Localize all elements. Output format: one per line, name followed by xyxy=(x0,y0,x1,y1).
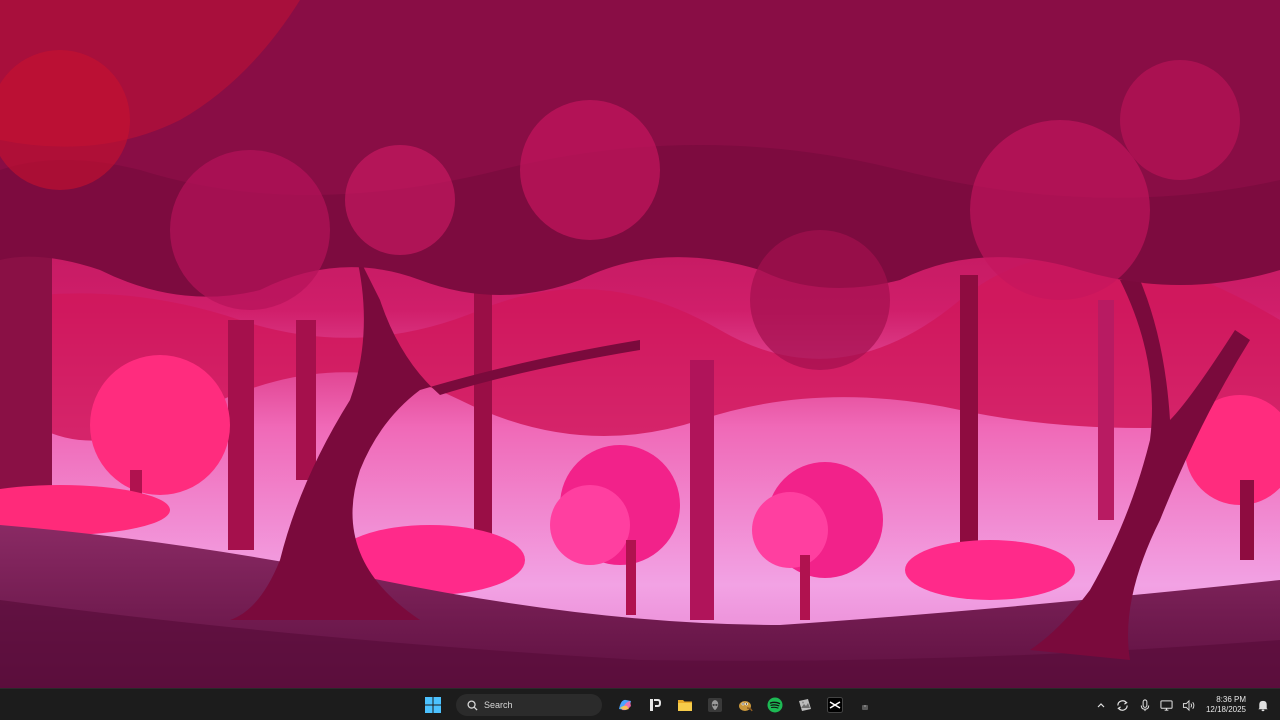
taskbar-center: Search xyxy=(420,689,878,721)
system-tray: 8:36 PM 12/18/2025 xyxy=(1090,689,1280,721)
wallpaper-forest xyxy=(0,0,1280,688)
clock[interactable]: 8:36 PM 12/18/2025 xyxy=(1206,695,1246,715)
clock-date: 12/18/2025 xyxy=(1205,705,1246,714)
copilot-icon xyxy=(619,699,631,711)
sync-icon xyxy=(1117,699,1129,711)
spotify-icon xyxy=(767,697,783,713)
small-app-button[interactable] xyxy=(852,692,878,718)
sync-button[interactable] xyxy=(1112,694,1134,716)
clock-time: 8:36 PM xyxy=(1216,695,1246,704)
parsec-icon xyxy=(650,699,661,711)
taskbar-search[interactable]: Search xyxy=(456,694,602,716)
spotify-button[interactable] xyxy=(762,692,788,718)
gimp-icon xyxy=(739,701,753,712)
network-icon xyxy=(1160,699,1174,711)
volume-button[interactable] xyxy=(1178,694,1200,716)
chevron-up-icon xyxy=(1097,703,1105,708)
notification-bell-icon xyxy=(1258,700,1268,711)
taskbar: Search 8:36 PM 12/18/2025 xyxy=(0,688,1280,720)
notifications-button[interactable] xyxy=(1252,694,1274,716)
copilot-button[interactable] xyxy=(612,692,638,718)
speaker-icon xyxy=(1182,699,1195,711)
microphone-icon xyxy=(1140,698,1150,711)
search-icon xyxy=(462,699,482,711)
microphone-button[interactable] xyxy=(1134,694,1156,716)
alienware-button[interactable] xyxy=(702,692,728,718)
capcut-icon xyxy=(827,697,843,713)
network-button[interactable] xyxy=(1156,694,1178,716)
desktop[interactable] xyxy=(0,0,1280,688)
gimp-button[interactable] xyxy=(732,692,758,718)
image-viewer-button[interactable] xyxy=(792,692,818,718)
photos-icon xyxy=(799,699,811,711)
file-explorer-button[interactable] xyxy=(672,692,698,718)
show-hidden-icons-button[interactable] xyxy=(1090,694,1112,716)
capcut-button[interactable] xyxy=(822,692,848,718)
parsec-button[interactable] xyxy=(642,692,668,718)
small-app-icon xyxy=(862,705,868,710)
folder-icon xyxy=(678,700,692,711)
start-button[interactable] xyxy=(420,692,446,718)
search-label: Search xyxy=(484,700,513,710)
alienware-icon xyxy=(708,698,722,712)
windows-logo-icon xyxy=(425,697,441,713)
